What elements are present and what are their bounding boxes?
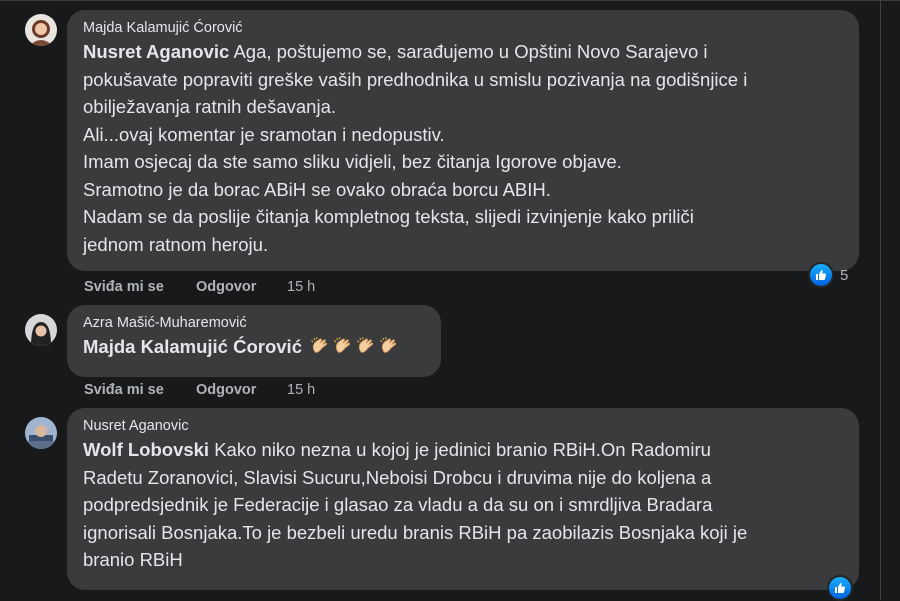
clapping-hands-icon [357, 337, 374, 353]
comment-line: podpredsjednik je Federacije i glasao za… [83, 494, 713, 515]
mention-link[interactable]: Wolf Lobovski [83, 439, 209, 460]
comment-line: ignorisali Bosnjaka.To je bezbeli uredu … [83, 521, 748, 543]
timestamp[interactable]: 15 h [287, 382, 315, 398]
avatar-photo [25, 14, 57, 46]
reaction-summary[interactable]: 5 [808, 262, 849, 288]
mention-link[interactable]: Majda Kalamujić Ćorović [83, 336, 302, 357]
avatar-photo [25, 314, 57, 346]
comment-line: obilježavanja ratnih dešavanja. [83, 96, 337, 117]
comment-line: pokušavate popraviti greške vaših predho… [83, 68, 748, 90]
comment-line: Sramotno je da borac ABiH se ovako obrać… [83, 178, 551, 200]
comment-author[interactable]: Majda Kalamujić Ćorović [83, 20, 845, 36]
comment-line: Imam osjecaj da ste samo sliku vidjeli, … [83, 151, 622, 172]
like-button[interactable]: Sviđa mi se [84, 279, 164, 295]
avatar-photo [25, 417, 57, 449]
comment-bubble: Majda Kalamujić Ćorović Nusret Aganovic … [67, 10, 859, 271]
clapping-hands-icon [380, 337, 397, 353]
comment-bubble: Nusret Aganovic Wolf Lobovski Kako niko … [67, 408, 859, 590]
mention-link[interactable]: Nusret Aganovic [83, 41, 229, 62]
comment-bubble: Azra Mašić-Muharemović Majda Kalamujić Ć… [67, 305, 441, 377]
clapping-hands-icon [311, 337, 328, 353]
emoji-row [307, 336, 399, 357]
like-icon [808, 262, 834, 288]
comment-actions: Sviđa mi se Odgovor 15 h [84, 279, 484, 299]
comment-line: Nadam se da poslije čitanja kompletnog t… [83, 206, 694, 227]
comment-line: Ali...ovaj komentar je sramotan i nedopu… [83, 123, 445, 145]
reply-button[interactable]: Odgovor [196, 382, 256, 398]
avatar[interactable] [25, 314, 57, 346]
comment-text: Nusret Aganovic Aga, poštujemo se, sarađ… [83, 38, 845, 258]
avatar[interactable] [25, 14, 57, 46]
reaction-summary[interactable] [827, 575, 853, 601]
comment-line: Aga, poštujemo se, sarađujemo u Opštini … [229, 41, 708, 62]
comment-author[interactable]: Nusret Aganovic [83, 418, 845, 434]
comment-text: Wolf Lobovski Kako niko nezna u kojoj je… [83, 436, 845, 574]
comment-line: Radetu Zoranovici, Slavisi Sucuru,Nebois… [83, 466, 712, 488]
comment-text: Majda Kalamujić Ćorović [83, 333, 427, 361]
comment-actions: Sviđa mi se Odgovor 15 h [84, 382, 484, 402]
like-icon [827, 575, 853, 601]
scrollbar-track[interactable] [880, 0, 881, 600]
reaction-count: 5 [840, 266, 849, 284]
clapping-hands-icon [334, 337, 351, 353]
reply-button[interactable]: Odgovor [196, 279, 256, 295]
timestamp[interactable]: 15 h [287, 279, 315, 295]
avatar[interactable] [25, 417, 57, 449]
comment-author[interactable]: Azra Mašić-Muharemović [83, 315, 427, 331]
like-button[interactable]: Sviđa mi se [84, 382, 164, 398]
top-divider [0, 0, 900, 1]
comment-line: jednom ratnom heroju. [83, 233, 269, 255]
comment-line: branio RBiH [83, 549, 183, 570]
comment-line: Kako niko nezna u kojoj je jedinici bran… [209, 439, 711, 460]
